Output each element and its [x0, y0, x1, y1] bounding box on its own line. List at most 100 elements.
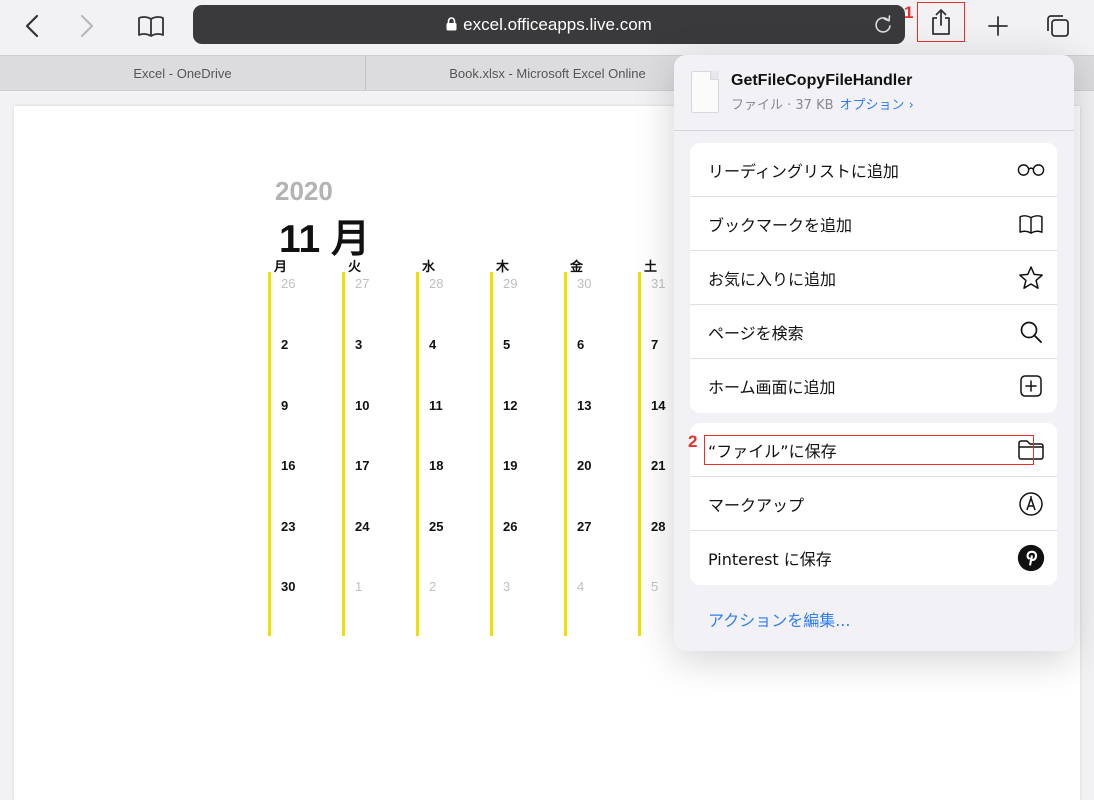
calendar-date: 27	[577, 519, 592, 534]
calendar-date: 16	[281, 458, 296, 473]
calendar-date: 25	[429, 519, 444, 534]
calendar-column-bar	[638, 272, 641, 636]
edit-actions-link[interactable]: アクションを編集...	[708, 607, 850, 631]
tab-label: Book.xlsx - Microsoft Excel Online	[449, 65, 646, 81]
url-text: excel.officeapps.live.com	[463, 15, 652, 34]
bookmarks-button[interactable]	[134, 10, 168, 42]
chevron-right-icon	[80, 14, 94, 38]
file-icon	[691, 71, 719, 113]
calendar-date: 11	[429, 398, 443, 413]
calendar-date: 1	[355, 579, 363, 594]
action-add-home-screen[interactable]: ホーム画面に追加	[690, 359, 1057, 413]
calendar-date: 30	[281, 579, 296, 594]
calendar-date: 4	[429, 337, 437, 352]
action-label: お気に入りに追加	[708, 269, 837, 289]
forward-button[interactable]	[70, 10, 104, 42]
weekday-header: 金	[570, 260, 584, 275]
reload-icon[interactable]	[873, 14, 893, 34]
action-label: マークアップ	[708, 495, 805, 515]
action-label: Pinterest に保存	[708, 550, 832, 569]
file-size: ファイル · 37 KB	[731, 98, 834, 113]
annotation-step-1: 1	[904, 3, 914, 22]
calendar-date: 27	[355, 276, 370, 291]
action-add-reading-list[interactable]: リーディングリストに追加	[690, 143, 1057, 197]
tab-excel-onedrive[interactable]: Excel - OneDrive	[0, 56, 366, 90]
calendar-date: 13	[577, 398, 592, 413]
back-button[interactable]	[15, 10, 49, 42]
book-icon	[138, 16, 164, 37]
calendar-date: 17	[355, 458, 370, 473]
calendar-column-bar	[416, 272, 419, 636]
action-label: ホーム画面に追加	[708, 378, 836, 397]
weekday-header: 木	[496, 260, 510, 275]
lock-icon	[446, 17, 457, 31]
calendar-date: 28	[429, 276, 444, 291]
calendar-date: 30	[577, 276, 592, 291]
calendar-date: 3	[503, 579, 511, 594]
tabs-overview-button[interactable]	[1041, 10, 1075, 42]
new-tab-button[interactable]	[981, 10, 1015, 42]
action-add-bookmark[interactable]: ブックマークを追加	[690, 197, 1057, 251]
calendar-date: 19	[503, 458, 518, 473]
action-markup[interactable]: マークアップ	[690, 477, 1057, 531]
calendar-date: 24	[355, 519, 370, 534]
options-link[interactable]: オプション ›	[840, 98, 914, 113]
calendar-date: 3	[355, 337, 363, 352]
weekday-header: 水	[422, 260, 436, 275]
share-actions-group-1: リーディングリストに追加 ブックマークを追加 お気に入りに追加 ページを検索 ホ…	[690, 143, 1057, 413]
calendar-date: 2	[429, 579, 437, 594]
calendar-date: 23	[281, 519, 296, 534]
book-icon	[1017, 210, 1045, 238]
weekday-header: 月	[274, 260, 288, 275]
calendar-date: 7	[651, 337, 659, 352]
star-icon	[1017, 264, 1045, 292]
chevron-left-icon	[25, 14, 39, 38]
file-meta: ファイル · 37 KB オプション ›	[731, 94, 914, 113]
calendar-date: 21	[651, 458, 666, 473]
tab-label: Excel - OneDrive	[133, 65, 232, 81]
weekday-header: 火	[348, 260, 362, 275]
calendar-date: 2	[281, 337, 289, 352]
tabs-icon	[1047, 15, 1069, 37]
annotation-step-2: 2	[688, 432, 698, 451]
action-label: リーディングリストに追加	[708, 161, 899, 181]
markup-icon	[1017, 490, 1045, 518]
plus-icon	[988, 16, 1008, 36]
calendar-column-bar	[490, 272, 493, 636]
calendar-column-bar	[564, 272, 567, 636]
action-find-on-page[interactable]: ページを検索	[690, 305, 1057, 359]
address-bar[interactable]: excel.officeapps.live.com	[193, 5, 905, 44]
calendar-date: 4	[577, 579, 585, 594]
share-icon	[932, 9, 950, 35]
action-label: ページを検索	[708, 323, 804, 343]
calendar-column-bar	[268, 272, 271, 636]
calendar-date: 26	[503, 519, 518, 534]
calendar-date: 10	[355, 398, 370, 413]
calendar-year: 2020	[275, 176, 333, 206]
plus-square-icon	[1017, 372, 1045, 400]
calendar-date: 29	[503, 276, 518, 291]
calendar-date: 12	[503, 398, 518, 413]
share-button[interactable]	[917, 2, 965, 42]
share-sheet-header: GetFileCopyFileHandler ファイル · 37 KB オプション…	[674, 55, 1074, 131]
action-label: ブックマークを追加	[708, 215, 853, 235]
file-name: GetFileCopyFileHandler	[731, 72, 913, 89]
glasses-icon	[1017, 156, 1045, 184]
calendar-date: 31	[651, 276, 666, 291]
calendar-date: 5	[503, 337, 511, 352]
calendar-date: 6	[577, 337, 585, 352]
calendar-date: 9	[281, 398, 289, 413]
url-display: excel.officeapps.live.com	[193, 15, 905, 35]
calendar-date: 14	[651, 398, 666, 413]
calendar-date: 26	[281, 276, 296, 291]
browser-toolbar: excel.officeapps.live.com 1	[0, 0, 1094, 55]
calendar-date: 20	[577, 458, 592, 473]
action-pinterest[interactable]: Pinterest に保存	[690, 531, 1057, 585]
calendar-column-bar	[342, 272, 345, 636]
search-icon	[1017, 318, 1045, 346]
calendar-date: 18	[429, 458, 444, 473]
calendar-date: 5	[651, 579, 659, 594]
action-add-favorite[interactable]: お気に入りに追加	[690, 251, 1057, 305]
calendar-date: 28	[651, 519, 666, 534]
weekday-header: 土	[644, 260, 658, 275]
